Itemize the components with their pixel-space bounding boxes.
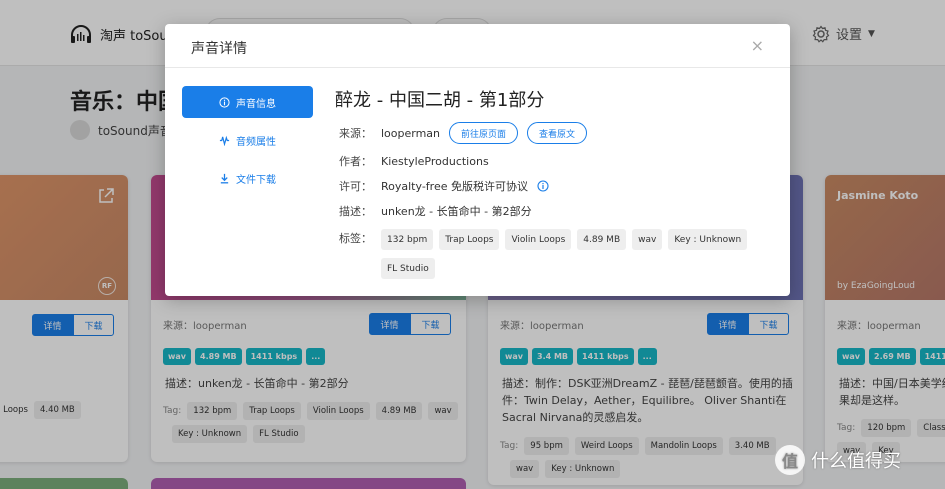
description-label: 描述： [339, 205, 372, 218]
tab-sound-info[interactable]: 声音信息 [182, 86, 313, 118]
goto-source-button[interactable]: 前往原页面 [449, 122, 519, 144]
tag-chip[interactable]: Violin Loops [505, 229, 572, 250]
watermark: 值 什么值得买 [775, 445, 901, 475]
watermark-text: 什么值得买 [811, 451, 901, 472]
author-row: 作者： KiestyleProductions [339, 153, 489, 169]
tag-chip[interactable]: Key : Unknown [668, 229, 748, 250]
description-value: unken龙 - 长笛命中 - 第2部分 [381, 205, 532, 218]
modal-tags: 132 bpm Trap Loops Violin Loops 4.89 MB … [381, 229, 776, 279]
license-label: 许可： [339, 180, 372, 193]
sound-title: 醉龙 - 中国二胡 - 第1部分 [335, 90, 545, 111]
source-label: 来源： [339, 127, 372, 140]
author-value[interactable]: KiestyleProductions [381, 155, 489, 168]
tags-label: 标签： [339, 232, 372, 245]
author-label: 作者： [339, 155, 372, 168]
tab-label: 音频属性 [236, 136, 276, 148]
license-row: 许可： Royalty-free 免版税许可协议 [339, 178, 549, 194]
waveform-icon [219, 135, 230, 146]
tag-chip[interactable]: 4.89 MB [577, 229, 627, 250]
tab-audio-properties[interactable]: 音频属性 [182, 124, 313, 156]
source-row: 来源： looperman 前往原页面 查看原文 [339, 122, 588, 144]
description-row: 描述： unken龙 - 长笛命中 - 第2部分 [339, 203, 532, 219]
info-icon [219, 96, 230, 108]
modal-title: 声音详情 [191, 41, 247, 57]
tag-chip[interactable]: Trap Loops [439, 229, 500, 250]
tab-label: 声音信息 [236, 98, 276, 110]
tab-file-download[interactable]: 文件下载 [182, 162, 313, 194]
info-icon[interactable] [537, 180, 549, 192]
tags-row: 标签： [339, 230, 381, 246]
watermark-logo-icon: 值 [775, 445, 805, 475]
source-value: looperman [381, 126, 441, 140]
download-icon [220, 173, 229, 183]
modal-header: 声音详情 × [165, 24, 790, 68]
view-original-button[interactable]: 查看原文 [527, 122, 588, 144]
tag-chip[interactable]: wav [632, 229, 663, 250]
tag-chip[interactable]: 132 bpm [381, 229, 434, 250]
license-value: Royalty-free 免版税许可协议 [381, 180, 528, 193]
close-icon[interactable]: × [751, 36, 764, 55]
sound-details-modal: 声音详情 × 声音信息 音频属性 文件下载 醉龙 - 中国二胡 - 第1部分 来… [165, 24, 790, 296]
tag-chip[interactable]: FL Studio [381, 258, 435, 279]
page: 淘声 toSound 设置 ▼ 音乐：中国 toSound声音 RF 详情 下载… [0, 0, 945, 489]
tab-label: 文件下载 [236, 174, 276, 186]
